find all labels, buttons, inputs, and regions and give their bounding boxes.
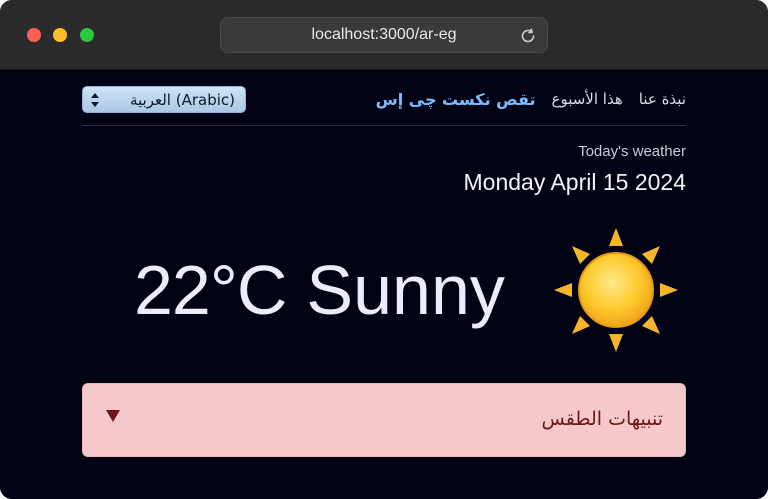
sun-icon	[554, 228, 678, 352]
maximize-window-button[interactable]	[80, 28, 94, 42]
caret-down-icon	[106, 410, 120, 422]
browser-titlebar: localhost:3000/ar-eg	[0, 0, 768, 70]
reload-icon[interactable]	[519, 27, 537, 45]
address-bar[interactable]: localhost:3000/ar-eg	[220, 17, 548, 53]
weather-alerts-toggle[interactable]: تنبيهات الطقس	[82, 383, 686, 457]
language-select-value: العربية (Arabic)	[129, 90, 235, 109]
nav-links: تقص نكست چى إس هذا الأسبوع نبذة عنا	[376, 84, 686, 114]
weather-alerts-title: تنبيهات الطقس	[541, 408, 663, 430]
weather-date: Monday April 15 2024	[463, 169, 687, 195]
temperature: 22°C	[134, 251, 287, 329]
top-nav: العربية (Arabic) تقص نكست چى إس هذا الأس…	[82, 70, 686, 126]
nav-link-about[interactable]: نبذة عنا	[639, 90, 686, 108]
browser-window: localhost:3000/ar-eg العربية (Arabic) تق…	[0, 0, 768, 499]
address-bar-url: localhost:3000/ar-eg	[311, 26, 457, 43]
brand-link[interactable]: تقص نكست چى إس	[376, 90, 536, 109]
weather-subtitle: Today's weather	[578, 143, 686, 160]
current-weather: 22°C Sunny	[134, 242, 505, 338]
nav-link-this-week[interactable]: هذا الأسبوع	[552, 90, 623, 108]
close-window-button[interactable]	[27, 28, 41, 42]
page-content: العربية (Arabic) تقص نكست چى إس هذا الأس…	[0, 70, 768, 499]
weather-condition: Sunny	[306, 251, 505, 329]
language-select[interactable]: العربية (Arabic)	[82, 86, 246, 113]
minimize-window-button[interactable]	[53, 28, 67, 42]
select-updown-icon	[91, 93, 99, 107]
